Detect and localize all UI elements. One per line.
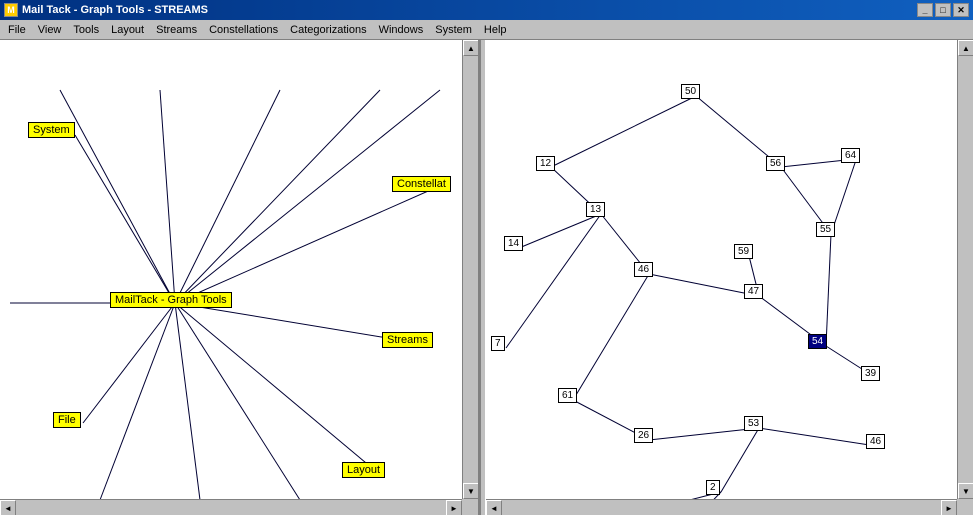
scroll-right-btn[interactable]: ► [446, 500, 462, 515]
right-scroll-up-btn[interactable]: ▲ [958, 40, 973, 56]
node-39[interactable]: 39 [861, 366, 880, 381]
node-53[interactable]: 53 [744, 416, 763, 431]
menu-layout[interactable]: Layout [105, 22, 150, 38]
right-graph-svg [486, 40, 973, 515]
node-64[interactable]: 64 [841, 148, 860, 163]
menu-streams[interactable]: Streams [150, 22, 203, 38]
menu-bar: File View Tools Layout Streams Constella… [0, 20, 973, 40]
right-scroll-corner [957, 499, 973, 515]
menu-view[interactable]: View [32, 22, 68, 38]
left-panel: System MailTack - Graph Tools Constellat… [0, 40, 480, 515]
app-icon: M [4, 3, 18, 17]
node-46[interactable]: 46 [634, 262, 653, 277]
node-7[interactable]: 7 [491, 336, 505, 351]
left-graph-svg [0, 40, 478, 515]
layout-node[interactable]: Layout [342, 462, 385, 478]
title-bar: M Mail Tack - Graph Tools - STREAMS _ □ … [0, 0, 973, 20]
node-14[interactable]: 14 [504, 236, 523, 251]
left-scrollbar-v[interactable]: ▲ ▼ [462, 40, 478, 499]
close-button[interactable]: ✕ [953, 3, 969, 17]
title-bar-left: M Mail Tack - Graph Tools - STREAMS [4, 3, 208, 17]
menu-windows[interactable]: Windows [373, 22, 430, 38]
node-26[interactable]: 26 [634, 428, 653, 443]
menu-help[interactable]: Help [478, 22, 513, 38]
node-50[interactable]: 50 [681, 84, 700, 99]
node-12[interactable]: 12 [536, 156, 555, 171]
streams-node[interactable]: Streams [382, 332, 433, 348]
left-scrollbar-h[interactable]: ◄ ► [0, 499, 462, 515]
right-scroll-v-track[interactable] [958, 56, 973, 483]
menu-file[interactable]: File [2, 22, 32, 38]
right-scrollbar-h[interactable]: ◄ ► [486, 499, 957, 515]
maximize-button[interactable]: □ [935, 3, 951, 17]
node-54[interactable]: 54 [808, 334, 827, 349]
node-61[interactable]: 61 [558, 388, 577, 403]
node-46b[interactable]: 46 [866, 434, 885, 449]
node-2[interactable]: 2 [706, 480, 720, 495]
node-47[interactable]: 47 [744, 284, 763, 299]
right-scroll-right-btn[interactable]: ► [941, 500, 957, 515]
scroll-corner [462, 499, 478, 515]
window-title: Mail Tack - Graph Tools - STREAMS [22, 4, 208, 16]
right-scroll-h-track[interactable] [502, 500, 941, 515]
node-59[interactable]: 59 [734, 244, 753, 259]
minimize-button[interactable]: _ [917, 3, 933, 17]
node-56[interactable]: 56 [766, 156, 785, 171]
menu-constellations[interactable]: Constellations [203, 22, 284, 38]
system-node[interactable]: System [28, 122, 75, 138]
mailtack-node[interactable]: MailTack - Graph Tools [110, 292, 232, 308]
right-scrollbar-v[interactable]: ▲ ▼ [957, 40, 973, 499]
main-content: System MailTack - Graph Tools Constellat… [0, 40, 973, 515]
scroll-left-btn[interactable]: ◄ [0, 500, 16, 515]
title-controls[interactable]: _ □ ✕ [917, 3, 969, 17]
constellations-node[interactable]: Constellat [392, 176, 451, 192]
menu-categorizations[interactable]: Categorizations [284, 22, 372, 38]
scroll-up-btn[interactable]: ▲ [463, 40, 479, 56]
right-scroll-left-btn[interactable]: ◄ [486, 500, 502, 515]
right-scroll-down-btn[interactable]: ▼ [958, 483, 973, 499]
menu-tools[interactable]: Tools [67, 22, 105, 38]
scroll-down-btn[interactable]: ▼ [463, 483, 479, 499]
scroll-h-track[interactable] [16, 500, 446, 515]
menu-system[interactable]: System [429, 22, 478, 38]
right-panel: 50 12 56 64 13 55 14 46 59 47 54 39 7 61… [486, 40, 973, 515]
file-node[interactable]: File [53, 412, 81, 428]
node-13[interactable]: 13 [586, 202, 605, 217]
scroll-v-track[interactable] [463, 56, 478, 483]
node-55[interactable]: 55 [816, 222, 835, 237]
